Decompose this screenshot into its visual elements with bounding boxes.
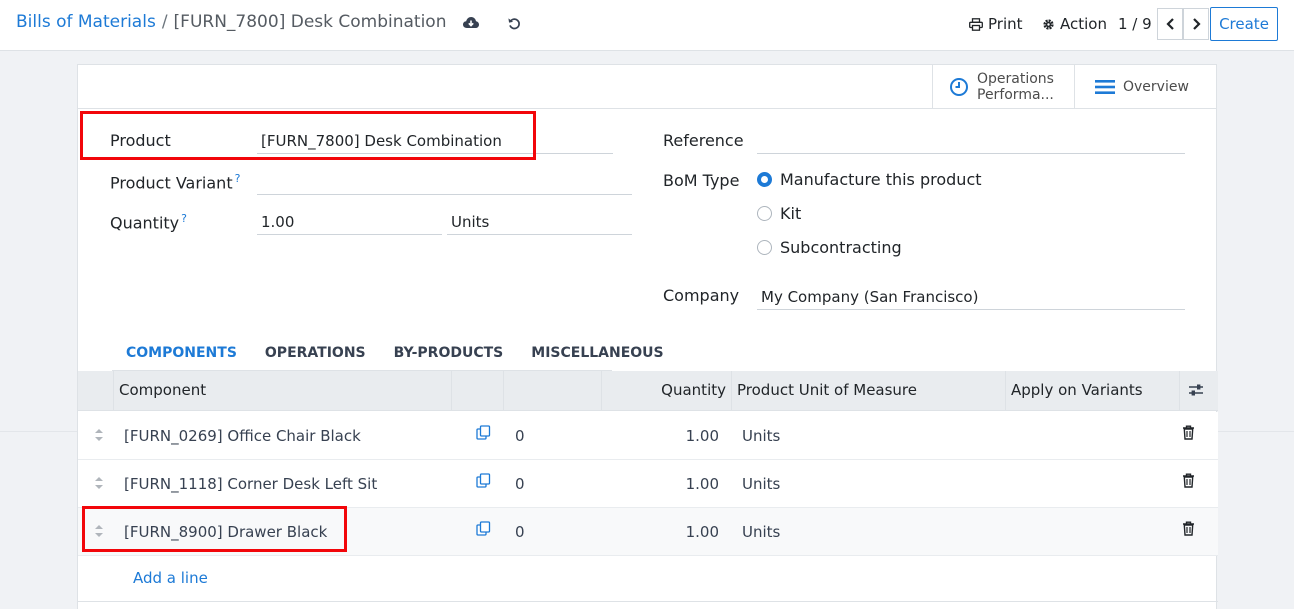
table-bottom-divider xyxy=(78,601,1218,602)
radio-unselected-icon xyxy=(757,240,772,255)
reference-field[interactable] xyxy=(757,128,1185,154)
uom-cell[interactable]: Units xyxy=(742,412,780,460)
radio-selected-icon xyxy=(757,172,772,187)
create-button[interactable]: Create xyxy=(1210,7,1278,41)
count-column-header xyxy=(503,371,601,411)
radio-unselected-icon xyxy=(757,206,772,221)
discard-undo-icon[interactable] xyxy=(505,14,523,32)
table-row[interactable]: [FURN_8900] Drawer Black 0 1.00 Units xyxy=(78,508,1218,556)
bom-type-option-label: Kit xyxy=(780,204,802,223)
gear-icon xyxy=(1043,18,1054,30)
printer-icon xyxy=(969,17,983,31)
optional-columns-toggle[interactable] xyxy=(1179,371,1218,411)
bom-type-option-subcontracting[interactable]: Subcontracting xyxy=(757,238,902,257)
overview-button[interactable]: Overview xyxy=(1074,65,1216,109)
product-variant-field[interactable] xyxy=(257,169,632,195)
breadcrumb-separator: / xyxy=(161,12,168,32)
uom-column-header[interactable]: Product Unit of Measure xyxy=(731,371,1005,411)
action-label: Action xyxy=(1060,15,1107,33)
bom-type-option-label: Subcontracting xyxy=(780,238,902,257)
chevron-right-icon xyxy=(1192,18,1201,30)
uom-cell[interactable]: Units xyxy=(742,508,780,556)
copy-column-header xyxy=(451,371,503,411)
quantity-help-icon[interactable]: ? xyxy=(181,212,187,225)
breadcrumb-current-record: [FURN_7800] Desk Combination xyxy=(173,12,447,32)
copy-icon[interactable] xyxy=(476,521,491,536)
apply-on-variants-column-header[interactable]: Apply on Variants xyxy=(1005,371,1179,411)
clock-icon xyxy=(950,78,968,96)
drag-handle-icon[interactable] xyxy=(94,476,104,490)
reference-label: Reference xyxy=(663,131,744,150)
uom-cell[interactable]: Units xyxy=(742,460,780,508)
save-cloud-icon[interactable] xyxy=(462,14,480,32)
bom-type-option-manufacture[interactable]: Manufacture this product xyxy=(757,170,982,189)
quantity-field[interactable]: 1.00 xyxy=(257,209,442,235)
product-variant-help-icon[interactable]: ? xyxy=(235,172,241,185)
component-column-header[interactable]: Component xyxy=(113,371,451,411)
count-cell: 0 xyxy=(515,475,525,493)
operations-performance-button[interactable]: Operations Performa... xyxy=(932,65,1074,109)
company-field[interactable]: My Company (San Francisco) xyxy=(757,284,1185,310)
trash-icon[interactable] xyxy=(1182,425,1195,440)
smart-button-box: Operations Performa... Overview xyxy=(932,65,1216,109)
count-cell: 0 xyxy=(515,427,525,445)
bom-type-option-label: Manufacture this product xyxy=(780,170,982,189)
component-cell[interactable]: [FURN_0269] Office Chair Black xyxy=(124,412,361,460)
table-row[interactable]: [FURN_0269] Office Chair Black 0 1.00 Un… xyxy=(78,412,1218,460)
tab-by-products[interactable]: BY-PRODUCTS xyxy=(380,343,518,371)
component-cell[interactable]: [FURN_8900] Drawer Black xyxy=(124,508,327,556)
handle-column-header xyxy=(78,371,113,411)
notebook-tabs: COMPONENTS OPERATIONS BY-PRODUCTS MISCEL… xyxy=(112,343,678,371)
breadcrumb-bills-of-materials-link[interactable]: Bills of Materials xyxy=(16,12,156,32)
operations-performance-label: Operations Performa... xyxy=(977,71,1054,103)
quantity-label: Quantity? xyxy=(110,212,187,232)
tab-operations[interactable]: OPERATIONS xyxy=(251,343,380,371)
tab-miscellaneous[interactable]: MISCELLANEOUS xyxy=(517,343,677,371)
product-variant-label: Product Variant? xyxy=(110,172,240,192)
background-divider xyxy=(0,431,77,432)
print-menu[interactable]: Print xyxy=(969,15,1023,33)
trash-icon[interactable] xyxy=(1182,521,1195,536)
components-table-header: Component Quantity Product Unit of Measu… xyxy=(78,371,1218,411)
quantity-cell[interactable]: 1.00 xyxy=(601,412,719,460)
print-label: Print xyxy=(988,15,1023,33)
company-label: Company xyxy=(663,286,740,305)
product-label: Product xyxy=(110,131,171,150)
table-row[interactable]: [FURN_1118] Corner Desk Left Sit 0 1.00 … xyxy=(78,460,1218,508)
overview-label: Overview xyxy=(1123,79,1189,95)
action-menu[interactable]: Action xyxy=(1042,15,1107,33)
button-box-divider xyxy=(78,108,933,109)
tab-components[interactable]: COMPONENTS xyxy=(112,343,251,371)
product-field[interactable]: [FURN_7800] Desk Combination xyxy=(257,128,613,154)
operations-label-line2: Performa... xyxy=(977,87,1054,103)
quantity-uom-field[interactable]: Units xyxy=(447,209,632,235)
quantity-column-header[interactable]: Quantity xyxy=(601,371,731,411)
trash-icon[interactable] xyxy=(1182,473,1195,488)
operations-label-line1: Operations xyxy=(977,71,1054,87)
copy-icon[interactable] xyxy=(476,473,491,488)
bom-type-label: BoM Type xyxy=(663,171,740,190)
bars-icon xyxy=(1095,80,1115,94)
component-cell[interactable]: [FURN_1118] Corner Desk Left Sit xyxy=(124,460,377,508)
breadcrumb: Bills of Materials / [FURN_7800] Desk Comb… xyxy=(16,12,447,32)
pager-previous-button[interactable] xyxy=(1157,8,1183,40)
quantity-cell[interactable]: 1.00 xyxy=(601,508,719,556)
pager-next-button[interactable] xyxy=(1183,8,1209,40)
chevron-left-icon xyxy=(1165,18,1174,30)
drag-handle-icon[interactable] xyxy=(94,524,104,538)
quantity-cell[interactable]: 1.00 xyxy=(601,460,719,508)
copy-icon[interactable] xyxy=(476,425,491,440)
pager-value[interactable]: 1 / 9 xyxy=(1118,15,1152,33)
sliders-icon xyxy=(1189,384,1203,396)
bom-type-option-kit[interactable]: Kit xyxy=(757,204,801,223)
quantity-label-text: Quantity xyxy=(110,213,180,233)
background-divider xyxy=(1218,431,1294,432)
drag-handle-icon[interactable] xyxy=(94,428,104,442)
form-sheet: Operations Performa... Overview Product … xyxy=(77,64,1218,609)
add-a-line-link[interactable]: Add a line xyxy=(133,569,208,587)
count-cell: 0 xyxy=(515,523,525,541)
control-panel: Bills of Materials / [FURN_7800] Desk Comb… xyxy=(0,0,1294,51)
product-variant-label-text: Product Variant xyxy=(110,173,233,193)
